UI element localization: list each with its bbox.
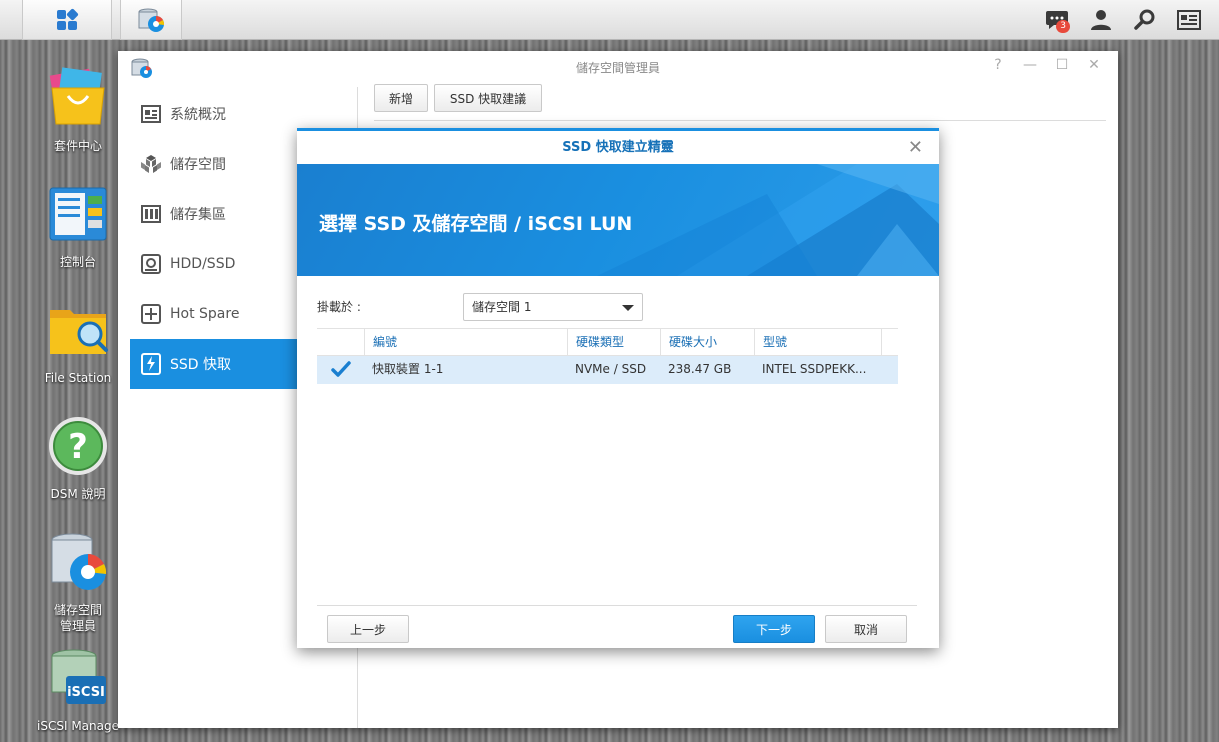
sidebar-item-label: 儲存集區 bbox=[170, 207, 226, 223]
sidebar-item-label: 系統概況 bbox=[170, 107, 226, 123]
minimize-button[interactable]: — bbox=[1020, 57, 1040, 73]
back-button[interactable]: 上一步 bbox=[327, 615, 409, 643]
package-center-icon bbox=[49, 67, 105, 125]
desktop-icon-label: iSCSI Manage bbox=[37, 719, 119, 733]
table-header-id[interactable]: 編號 bbox=[364, 329, 567, 356]
storage-pool-icon bbox=[140, 203, 162, 225]
iscsi-manager-icon: iSCSI bbox=[51, 649, 106, 704]
table-header-size[interactable]: 硬碟大小 bbox=[660, 329, 754, 356]
main-menu-button[interactable] bbox=[22, 0, 112, 40]
volume-icon bbox=[140, 153, 162, 175]
footer-divider bbox=[317, 605, 917, 606]
table-header-model[interactable]: 型號 bbox=[754, 329, 881, 356]
desktop-icon-package-center[interactable]: 套件中心 bbox=[28, 66, 128, 154]
user-button[interactable] bbox=[1080, 0, 1122, 40]
row-size-cell: 238.47 GB bbox=[668, 362, 732, 376]
notification-count-badge: 3 bbox=[1056, 20, 1070, 33]
mount-on-select[interactable]: 儲存空間 1 bbox=[463, 293, 643, 321]
wizard-banner: 選擇 SSD 及儲存空間 / iSCSI LUN bbox=[297, 164, 939, 276]
search-icon bbox=[1134, 9, 1155, 30]
help-icon: ? bbox=[49, 417, 107, 475]
storage-manager-icon bbox=[138, 8, 165, 32]
create-button[interactable]: 新增 bbox=[374, 84, 428, 112]
desktop-icon-label: 儲存空間 管理員 bbox=[53, 603, 102, 633]
window-title: 儲存空間管理員 bbox=[575, 61, 660, 75]
widgets-button[interactable] bbox=[1168, 0, 1210, 40]
notification-button[interactable]: 3 bbox=[1036, 0, 1078, 40]
row-model-cell: INTEL SSDPEKK... bbox=[762, 362, 867, 376]
ssd-cache-advisor-button[interactable]: SSD 快取建議 bbox=[434, 84, 542, 112]
cancel-button[interactable]: 取消 bbox=[825, 615, 907, 643]
desktop-icon-label: 控制台 bbox=[59, 255, 96, 269]
table-row[interactable]: 快取裝置 1-1 NVMe / SSD 238.47 GB INTEL SSDP… bbox=[317, 356, 898, 384]
dialog-title: SSD 快取建立精靈 bbox=[562, 140, 674, 155]
sidebar-item-label: 儲存空間 bbox=[170, 157, 226, 173]
chevron-down-icon bbox=[622, 305, 634, 311]
taskbar: 3 bbox=[0, 0, 1219, 40]
wizard-step-heading: 選擇 SSD 及儲存空間 / iSCSI LUN bbox=[319, 213, 633, 235]
widgets-icon bbox=[1177, 10, 1201, 30]
main-menu-icon bbox=[57, 8, 79, 30]
table-header-filler bbox=[881, 329, 898, 356]
help-button[interactable]: ? bbox=[988, 57, 1008, 73]
ssd-table: 編號 硬碟類型 硬碟大小 型號 快取裝置 1-1 NVMe / SSD 238.… bbox=[317, 328, 898, 384]
search-button[interactable] bbox=[1124, 0, 1166, 40]
table-header: 編號 硬碟類型 硬碟大小 型號 bbox=[317, 328, 898, 356]
desktop-icon-dsm-help[interactable]: ? DSM 說明 bbox=[28, 414, 128, 502]
next-button[interactable]: 下一步 bbox=[733, 615, 815, 643]
desktop-icon-control-panel[interactable]: 控制台 bbox=[28, 182, 128, 270]
desktop-icon-storage-manager[interactable]: 儲存空間 管理員 bbox=[28, 530, 128, 634]
mount-on-label: 掛載於 : bbox=[317, 300, 361, 314]
mount-on-value: 儲存空間 1 bbox=[472, 300, 532, 314]
toolbar-divider bbox=[374, 120, 1106, 121]
ssd-cache-icon bbox=[140, 353, 162, 375]
disk-icon bbox=[140, 253, 162, 275]
table-header-select bbox=[317, 329, 364, 356]
user-icon bbox=[1091, 10, 1111, 30]
file-station-icon bbox=[50, 310, 108, 354]
overview-icon bbox=[140, 103, 162, 125]
desktop-icon-iscsi-manager[interactable]: iSCSI iSCSI Manage bbox=[28, 646, 128, 734]
row-type-cell: NVMe / SSD bbox=[575, 362, 647, 376]
svg-text:iSCSI: iSCSI bbox=[67, 685, 105, 700]
sidebar-item-label: SSD 快取 bbox=[170, 357, 232, 373]
close-icon[interactable]: ✕ bbox=[908, 137, 923, 158]
ssd-cache-wizard-dialog: SSD 快取建立精靈 ✕ 選擇 SSD 及儲存空間 / iSCSI LUN 掛載… bbox=[297, 128, 939, 648]
sidebar-item-label: Hot Spare bbox=[170, 306, 240, 322]
close-window-button[interactable]: ✕ bbox=[1084, 57, 1104, 73]
table-header-type[interactable]: 硬碟類型 bbox=[567, 329, 660, 356]
control-panel-icon bbox=[49, 187, 107, 241]
maximize-button[interactable]: ☐ bbox=[1052, 57, 1072, 73]
hot-spare-icon bbox=[140, 303, 162, 325]
desktop-icon-label: File Station bbox=[44, 371, 112, 385]
desktop-icon-label: DSM 說明 bbox=[50, 487, 106, 501]
row-id-cell: 快取裝置 1-1 bbox=[372, 362, 444, 376]
storage-manager-taskbar-button[interactable] bbox=[120, 0, 182, 40]
storage-manager-icon bbox=[51, 533, 107, 590]
sidebar-item-label: HDD/SSD bbox=[170, 256, 236, 272]
desktop-icon-label: 套件中心 bbox=[53, 139, 102, 153]
svg-text:?: ? bbox=[68, 427, 88, 467]
desktop-icon-file-station[interactable]: File Station bbox=[28, 298, 128, 386]
checkbox-checked-icon[interactable] bbox=[331, 361, 351, 379]
